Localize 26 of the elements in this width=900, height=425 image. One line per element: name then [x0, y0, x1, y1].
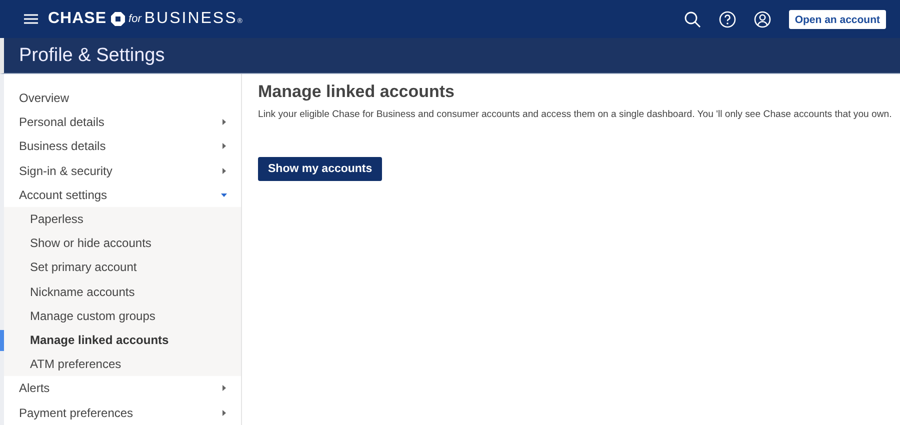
user-icon[interactable] — [754, 10, 771, 28]
sidebar-item[interactable]: Alerts — [4, 376, 241, 400]
section-heading: Manage linked accounts — [258, 82, 456, 102]
menu-icon[interactable] — [24, 14, 38, 24]
logo-text: BUSINESS — [144, 10, 238, 28]
sidebar-item[interactable]: Payment preferences — [4, 400, 241, 425]
sidebar-item[interactable]: Manage custom groups — [4, 304, 241, 328]
open-account-button[interactable]: Open an account — [788, 10, 886, 28]
sidebar-item[interactable]: Business details — [4, 134, 241, 159]
sidebar-item[interactable]: Account settings — [4, 182, 241, 207]
sidebar-item[interactable]: Set primary account — [4, 255, 241, 280]
sidebar-item[interactable]: Personal details — [4, 110, 241, 134]
logo-text: for — [128, 13, 142, 25]
sidebar-item[interactable]: Overview — [4, 86, 241, 110]
description-text: Link your eligible Chase for Business and consumer accounts and access them on a single dashboard. You 'll only see Chase accounts that you own. — [258, 109, 893, 120]
sidebar-item[interactable]: Nickname accounts — [4, 280, 241, 304]
search-icon[interactable] — [684, 10, 701, 28]
page-title: Profile & Settings — [19, 44, 165, 66]
sidebar-item[interactable]: Show or hide accounts — [4, 231, 241, 256]
logo-icon — [110, 12, 125, 26]
sidebar-item[interactable]: ATM preferences — [4, 352, 241, 376]
show-accounts-button[interactable]: Show my accounts — [258, 157, 382, 181]
help-icon[interactable] — [718, 10, 736, 28]
sidebar-item[interactable]: Sign-in & security — [4, 158, 241, 183]
sidebar-item[interactable]: Paperless — [4, 206, 241, 232]
logo-text: CHASE — [48, 10, 107, 28]
